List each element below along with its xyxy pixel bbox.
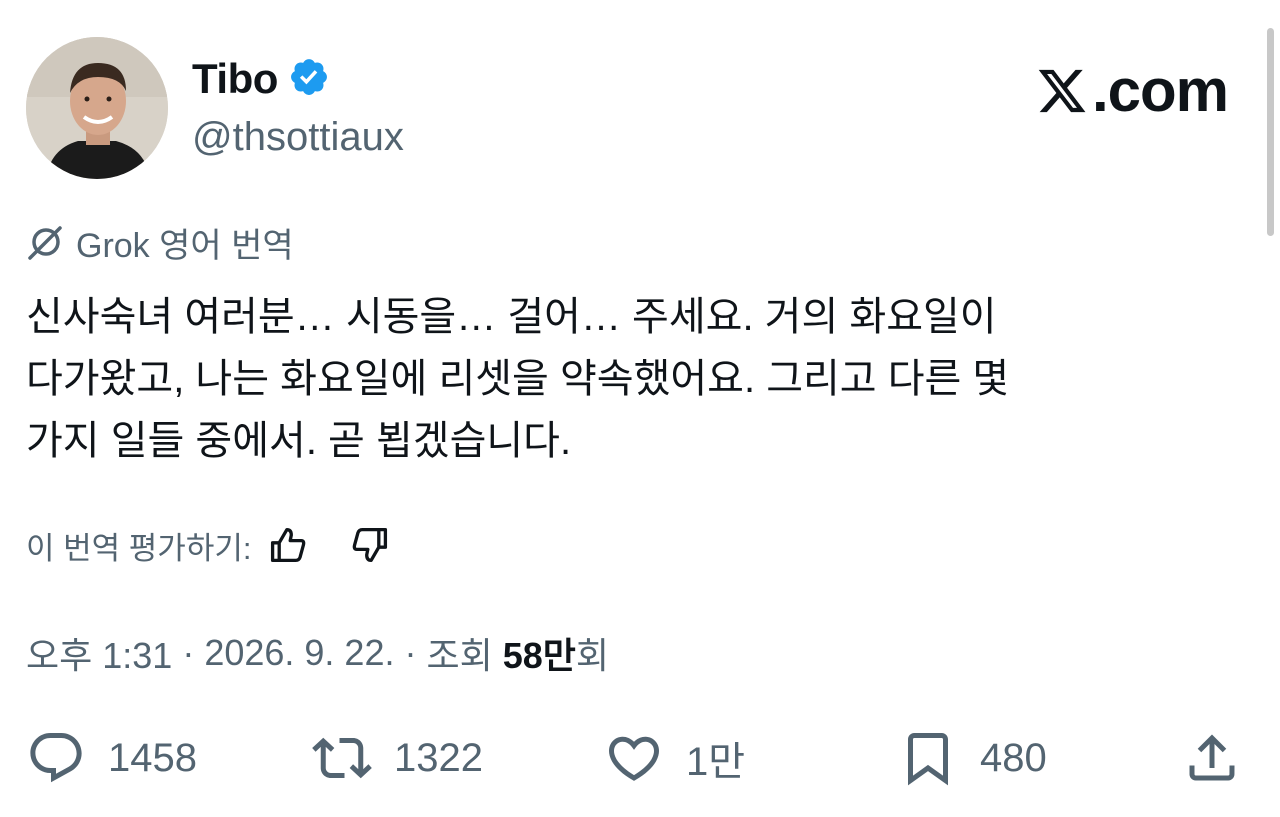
like-button[interactable]: 1만 (604, 726, 745, 790)
x-brand-logo: .com (1036, 56, 1229, 125)
meta-separator: · (394, 632, 427, 673)
meta-separator: · (172, 632, 205, 673)
thumbs-up-icon (271, 527, 306, 563)
tweet-date[interactable]: 2026. 9. 22. (204, 632, 394, 674)
reply-icon (30, 733, 82, 783)
views-count: 58만 (502, 635, 576, 676)
verified-badge-icon (288, 56, 330, 103)
like-count: 1만 (686, 740, 746, 784)
repost-count: 1322 (394, 735, 483, 780)
tweet-time[interactable]: 오후 1:31 (26, 627, 172, 679)
reply-count: 1458 (108, 735, 197, 780)
scrollbar[interactable] (1267, 28, 1274, 236)
repost-icon (312, 737, 372, 779)
author-handle[interactable]: @thsottiaux (192, 115, 404, 160)
repost-button[interactable]: 1322 (312, 726, 483, 790)
translation-label: Grok 영어 번역 (76, 226, 294, 265)
tweet-text: 신사숙녀 여러분… 시동을… 걸어… 주세요. 거의 화요일이 다가왔고, 나는… (26, 295, 1010, 463)
bookmark-count: 480 (980, 735, 1047, 780)
thumbs-up-button[interactable] (265, 522, 311, 568)
heart-icon (608, 736, 660, 781)
bookmark-icon (908, 733, 948, 786)
thumbs-down-icon (353, 527, 388, 563)
author-name[interactable]: Tibo (192, 55, 278, 103)
brand-domain: .com (1091, 57, 1229, 124)
bookmark-button[interactable]: 480 (898, 726, 1047, 790)
share-icon (1189, 734, 1235, 781)
thumbs-down-button[interactable] (347, 522, 393, 568)
x-logo-icon (1038, 69, 1086, 112)
grok-icon (28, 226, 62, 260)
views-suffix: 회 (575, 635, 610, 676)
share-button[interactable] (1182, 726, 1242, 790)
rate-translation-label: 이 번역 평가하기: (26, 530, 252, 566)
tweet-actions: 1458 1322 1만 480 (26, 726, 1246, 790)
reply-button[interactable]: 1458 (26, 726, 197, 790)
views-label: 조회 (426, 635, 503, 676)
avatar[interactable] (26, 37, 168, 179)
